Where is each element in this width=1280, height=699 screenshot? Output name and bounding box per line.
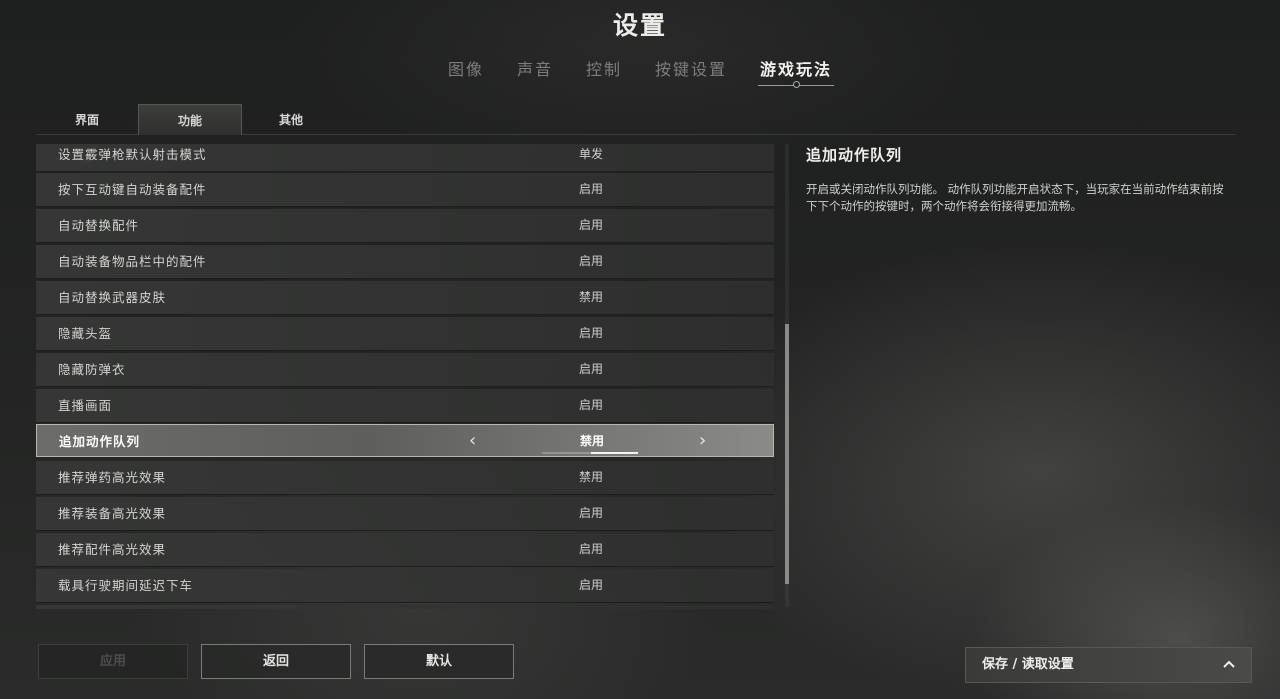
option-indicator-active [591, 452, 638, 454]
apply-button[interactable]: 应用 [38, 644, 188, 679]
setting-row-selected[interactable]: 追加动作队列 ‹ 禁用 › [36, 424, 774, 457]
page-title: 设置 [612, 11, 667, 40]
category-tabs: 图像 声音 控制 按键设置 游戏玩法 [0, 54, 1280, 88]
scrollbar-thumb[interactable] [785, 324, 789, 584]
save-load-settings-button[interactable]: 保存 / 读取设置 [965, 647, 1252, 683]
setting-label: 隐藏头盔 [58, 326, 113, 341]
setting-row[interactable]: 载具行驶期间延迟下车 启用 [36, 569, 774, 603]
chevron-right-icon[interactable]: › [699, 425, 706, 456]
save-load-label: 保存 / 读取设置 [982, 657, 1074, 672]
back-button[interactable]: 返回 [201, 644, 351, 679]
setting-value: 禁用 [578, 470, 603, 484]
setting-label: 设置霰弹枪默认射击模式 [58, 147, 207, 162]
setting-label: 自动替换配件 [58, 218, 140, 233]
setting-label: 自动替换武器皮肤 [58, 290, 167, 305]
setting-label: 追加动作队列 [59, 434, 141, 449]
settings-screen: 设置 图像 声音 控制 按键设置 游戏玩法 界面 功能 其他 设置霰弹枪默认射击… [0, 0, 1280, 699]
tab-gameplay[interactable]: 游戏玩法 [758, 54, 835, 88]
description-title: 追加动作队列 [806, 146, 903, 164]
settings-list: 设置霰弹枪默认射击模式 单发 按下互动键自动装备配件 启用 自动替换配件 启用 … [36, 144, 774, 609]
setting-row[interactable]: 直播画面 启用 [36, 389, 774, 423]
setting-row[interactable]: 推荐弹药高光效果 禁用 [36, 461, 774, 495]
default-button[interactable]: 默认 [364, 644, 514, 679]
setting-row[interactable]: 按下互动键自动装备配件 启用 [36, 173, 774, 207]
tab-controls[interactable]: 控制 [586, 54, 622, 86]
setting-value: 启用 [578, 218, 603, 232]
setting-label: 载具行驶期间延迟下车 [58, 578, 194, 593]
setting-row[interactable]: 推荐配件高光效果 启用 [36, 533, 774, 567]
setting-value: 启用 [578, 506, 603, 520]
setting-value: 启用 [578, 326, 603, 340]
setting-row[interactable]: 自动装备物品栏中的配件 启用 [36, 245, 774, 279]
tab-keybindings[interactable]: 按键设置 [655, 54, 727, 86]
subtab-interface[interactable]: 界面 [36, 104, 138, 134]
setting-value: 启用 [578, 578, 603, 592]
subtab-other[interactable]: 其他 [240, 104, 342, 134]
tab-graphics[interactable]: 图像 [448, 54, 484, 86]
setting-label: 推荐弹药高光效果 [58, 470, 167, 485]
settings-scrollbar[interactable] [785, 144, 789, 607]
setting-value: 启用 [578, 542, 603, 556]
setting-row[interactable]: 隐藏防弹衣 启用 [36, 353, 774, 387]
setting-label: 推荐配件高光效果 [58, 542, 167, 557]
tab-audio[interactable]: 声音 [517, 54, 553, 86]
description-body: 开启或关闭动作队列功能。 动作队列功能开启状态下，当玩家在当前动作结束前按下下个… [806, 182, 1224, 213]
setting-label: 按下互动键自动装备配件 [58, 182, 207, 197]
setting-row[interactable]: 自动替换配件 启用 [36, 209, 774, 243]
setting-value: 启用 [578, 254, 603, 268]
setting-row[interactable]: 自动替换武器皮肤 禁用 [36, 281, 774, 315]
setting-value: 启用 [578, 398, 603, 412]
setting-row[interactable]: 推荐装备高光效果 启用 [36, 497, 774, 531]
setting-row[interactable]: 隐藏头盔 启用 [36, 317, 774, 351]
setting-value: 启用 [578, 362, 603, 376]
setting-label: 自动装备物品栏中的配件 [58, 254, 207, 269]
chevron-left-icon[interactable]: ‹ [469, 425, 476, 456]
chevron-up-icon [1223, 660, 1235, 668]
subtab-features[interactable]: 功能 [138, 104, 242, 135]
setting-label: 直播画面 [58, 398, 113, 413]
setting-label: 隐藏防弹衣 [58, 362, 126, 377]
setting-value: 单发 [578, 147, 603, 161]
subcategory-tabs: 界面 功能 其他 [36, 104, 1236, 135]
setting-row[interactable]: 设置霰弹枪默认射击模式 单发 [36, 144, 774, 172]
setting-value: 禁用 [578, 290, 603, 304]
setting-label: 推荐装备高光效果 [58, 506, 167, 521]
setting-value: 启用 [578, 182, 603, 196]
setting-row-partial[interactable] [36, 605, 774, 609]
